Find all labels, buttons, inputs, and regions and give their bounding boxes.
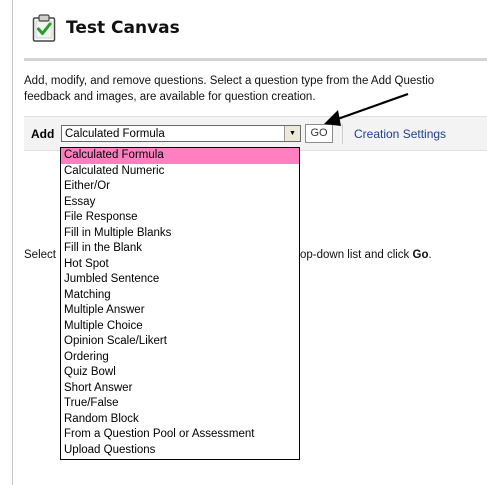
dropdown-option[interactable]: Multiple Answer [61, 303, 299, 319]
dropdown-option[interactable]: Upload Questions [61, 443, 299, 459]
select-prompt-prefix: Select [24, 249, 56, 261]
left-border [12, 0, 13, 485]
dropdown-option[interactable]: Matching [61, 288, 299, 304]
dropdown-option[interactable]: Short Answer [61, 381, 299, 397]
dropdown-option[interactable]: File Response [61, 210, 299, 226]
dropdown-option[interactable]: True/False [61, 396, 299, 412]
page-header: Test Canvas [32, 14, 180, 42]
dropdown-option[interactable]: Essay [61, 195, 299, 211]
select-prompt-go: Go [412, 249, 429, 261]
question-type-select[interactable]: Calculated Formula ▼ [61, 125, 301, 142]
select-prompt-suffix-text: op-down list and click [300, 249, 413, 261]
dropdown-option[interactable]: Either/Or [61, 179, 299, 195]
dropdown-option[interactable]: Ordering [61, 350, 299, 366]
select-prompt-suffix: op-down list and click Go. [300, 249, 432, 261]
dropdown-option[interactable]: Calculated Numeric [61, 164, 299, 180]
toolbar-divider [342, 124, 343, 144]
select-prompt-period: . [428, 249, 432, 261]
dropdown-option[interactable]: Quiz Bowl [61, 365, 299, 381]
dropdown-option[interactable]: Jumbled Sentence [61, 272, 299, 288]
creation-settings-link[interactable]: Creation Settings [354, 127, 446, 141]
dropdown-option[interactable]: Hot Spot [61, 257, 299, 273]
dropdown-option[interactable]: Fill in the Blank [61, 241, 299, 257]
instructions-text: Add, modify, and remove questions. Selec… [24, 73, 487, 105]
instructions-line-2: feedback and images, are available for q… [24, 91, 316, 103]
dropdown-option[interactable]: From a Question Pool or Assessment [61, 427, 299, 443]
question-type-select-value: Calculated Formula [65, 128, 165, 140]
page-title: Test Canvas [66, 18, 180, 38]
go-button[interactable]: GO [305, 124, 333, 143]
title-divider [24, 58, 487, 61]
dropdown-option[interactable]: Random Block [61, 412, 299, 428]
add-label: Add [31, 127, 55, 141]
add-question-toolbar: Add Calculated Formula ▼ GO Creation Set… [24, 116, 487, 151]
dropdown-option[interactable]: Opinion Scale/Likert [61, 334, 299, 350]
dropdown-option[interactable]: Multiple Choice [61, 319, 299, 335]
instructions-line-1: Add, modify, and remove questions. Selec… [24, 75, 435, 87]
dropdown-option[interactable]: Fill in Multiple Blanks [61, 226, 299, 242]
clipboard-check-icon [32, 14, 56, 42]
dropdown-option[interactable]: Calculated Formula [61, 148, 299, 164]
chevron-down-icon[interactable]: ▼ [284, 126, 300, 141]
question-type-dropdown-list: Calculated Formula Calculated Numeric Eith… [60, 147, 300, 460]
